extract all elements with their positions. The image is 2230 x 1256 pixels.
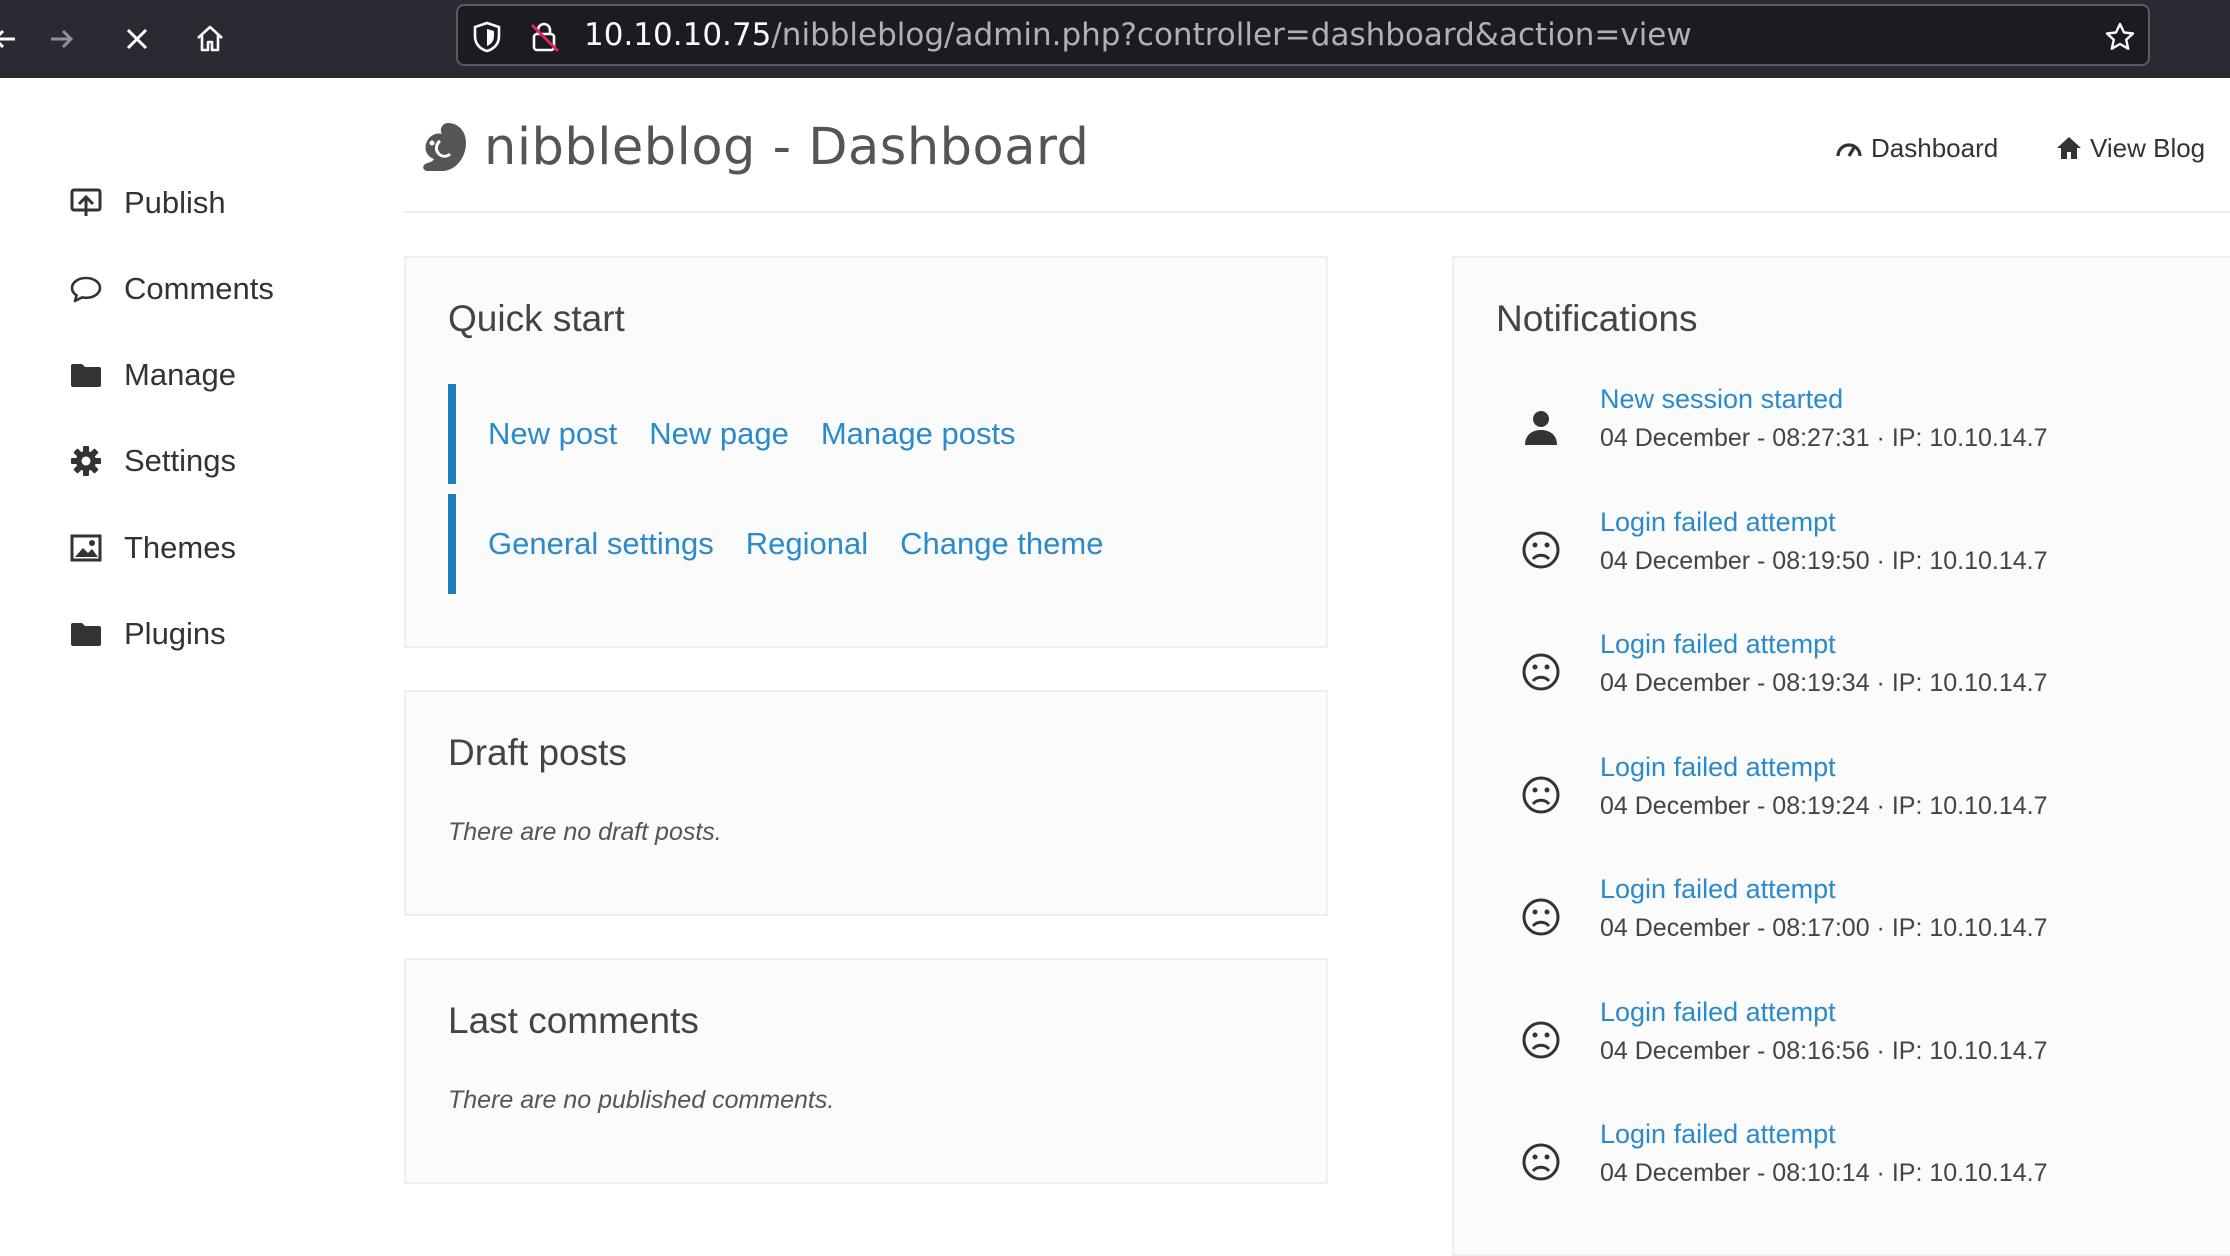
draft-posts-title: Draft posts: [448, 732, 627, 773]
sidebar-item-label: Plugins: [124, 616, 226, 651]
address-bar[interactable]: 10.10.10.75/nibbleblog/admin.php?control…: [456, 4, 2150, 66]
view-blog-link-label: View Blog: [2090, 132, 2206, 163]
notification-title[interactable]: Login failed attempt: [1600, 752, 1836, 783]
notification-item: Login failed attempt 04 December - 08:17…: [1516, 874, 2216, 974]
image-icon: [68, 530, 104, 566]
sad-face-icon: [1516, 892, 1566, 942]
sidebar-item-label: Themes: [124, 530, 236, 565]
bookmark-star-icon[interactable]: [2104, 21, 2136, 53]
last-comments-title: Last comments: [448, 1000, 699, 1041]
notification-title[interactable]: Login failed attempt: [1600, 507, 1836, 538]
regional-link[interactable]: Regional: [746, 526, 868, 562]
notification-item: Login failed attempt 04 December - 08:19…: [1516, 752, 2216, 852]
notification-detail: 04 December - 08:17:00 · IP: 10.10.14.7: [1600, 914, 2048, 942]
notification-detail: 04 December - 08:19:24 · IP: 10.10.14.7: [1600, 792, 2048, 820]
sad-face-icon: [1516, 1137, 1566, 1187]
notification-title[interactable]: Login failed attempt: [1600, 1119, 1836, 1150]
browser-toolbar: 10.10.10.75/nibbleblog/admin.php?control…: [0, 0, 2230, 78]
notification-item: Login failed attempt 04 December - 08:19…: [1516, 507, 2216, 607]
notification-detail: 04 December - 08:10:14 · IP: 10.10.14.7: [1600, 1159, 2048, 1187]
manage-posts-link[interactable]: Manage posts: [821, 416, 1016, 452]
notification-title[interactable]: Login failed attempt: [1600, 629, 1836, 660]
forward-button[interactable]: [36, 13, 88, 65]
stop-loading-button[interactable]: [111, 13, 163, 65]
draft-posts-empty-message: There are no draft posts.: [448, 818, 722, 846]
last-comments-panel: Last comments There are no published com…: [404, 958, 1328, 1184]
new-post-link[interactable]: New post: [488, 416, 617, 452]
quick-start-row-content: New post New page Manage posts: [448, 384, 1016, 484]
quick-start-panel: Quick start New post New page Manage pos…: [404, 256, 1328, 648]
publish-icon: [68, 185, 104, 221]
notification-title[interactable]: New session started: [1600, 384, 1843, 415]
sidebar-item-publish[interactable]: Publish: [68, 177, 226, 229]
shield-icon[interactable]: [472, 21, 502, 53]
sidebar-item-label: Manage: [124, 357, 237, 392]
back-arrow-icon: [0, 29, 15, 49]
insecure-lock-icon[interactable]: [530, 21, 560, 53]
home-icon: [2056, 136, 2082, 160]
brand: nibbleblog - Dashboard: [418, 112, 1089, 182]
squirrel-logo-icon: [423, 123, 466, 171]
view-blog-link[interactable]: View Blog: [2056, 128, 2205, 168]
sad-face-icon: [1516, 770, 1566, 820]
sidebar-item-plugins[interactable]: Plugins: [68, 608, 226, 660]
quick-start-row-settings: General settings Regional Change theme: [448, 494, 1103, 594]
gear-icon: [68, 443, 104, 479]
user-icon: [1516, 402, 1566, 452]
home-button[interactable]: [184, 13, 236, 65]
last-comments-empty-message: There are no published comments.: [448, 1086, 835, 1114]
folder-icon: [68, 616, 104, 652]
url-text[interactable]: 10.10.10.75/nibbleblog/admin.php?control…: [584, 6, 1692, 64]
new-page-link[interactable]: New page: [649, 416, 789, 452]
notification-detail: 04 December - 08:27:31 · IP: 10.10.14.7: [1600, 424, 2048, 452]
notification-item: Login failed attempt 04 December - 08:19…: [1516, 629, 2216, 729]
change-theme-link[interactable]: Change theme: [900, 526, 1103, 562]
page-title: nibbleblog - Dashboard: [484, 117, 1090, 177]
quick-start-title: Quick start: [448, 298, 625, 339]
draft-posts-panel: Draft posts There are no draft posts.: [404, 690, 1328, 916]
notifications-title: Notifications: [1496, 298, 1698, 339]
sad-face-icon: [1516, 647, 1566, 697]
notification-item: Login failed attempt 04 December - 08:10…: [1516, 1119, 2216, 1219]
stop-loading-icon: [126, 28, 148, 50]
notification-detail: 04 December - 08:19:34 · IP: 10.10.14.7: [1600, 669, 2048, 697]
sidebar-item-settings[interactable]: Settings: [68, 435, 236, 487]
gauge-icon: [1835, 136, 1863, 160]
dashboard-link[interactable]: Dashboard: [1835, 128, 1998, 168]
header-divider: [404, 211, 2230, 213]
sidebar-item-comments[interactable]: Comments: [68, 263, 274, 315]
comment-bubble-icon: [68, 271, 104, 307]
sidebar-item-label: Publish: [124, 185, 226, 220]
home-icon: [197, 25, 223, 52]
notification-item: New session started 04 December - 08:27:…: [1516, 384, 2216, 484]
sidebar-item-manage[interactable]: Manage: [68, 349, 236, 401]
folder-icon: [68, 357, 104, 393]
notification-title[interactable]: Login failed attempt: [1600, 874, 1836, 905]
dashboard-link-label: Dashboard: [1871, 132, 1999, 163]
notification-detail: 04 December - 08:19:50 · IP: 10.10.14.7: [1600, 547, 2048, 575]
notification-title[interactable]: Login failed attempt: [1600, 997, 1836, 1028]
back-button[interactable]: [0, 13, 30, 65]
general-settings-link[interactable]: General settings: [488, 526, 714, 562]
sidebar-item-label: Comments: [124, 271, 274, 306]
url-host: 10.10.10.75: [584, 17, 772, 53]
sidebar-item-label: Settings: [124, 443, 237, 478]
sad-face-icon: [1516, 525, 1566, 575]
notification-detail: 04 December - 08:16:56 · IP: 10.10.14.7: [1600, 1037, 2048, 1065]
sidebar-item-themes[interactable]: Themes: [68, 522, 236, 574]
notification-item: Login failed attempt 04 December - 08:16…: [1516, 997, 2216, 1097]
url-path: /nibbleblog/admin.php?controller=dashboa…: [771, 17, 1692, 53]
forward-arrow-icon: [51, 29, 74, 49]
sad-face-icon: [1516, 1015, 1566, 1065]
